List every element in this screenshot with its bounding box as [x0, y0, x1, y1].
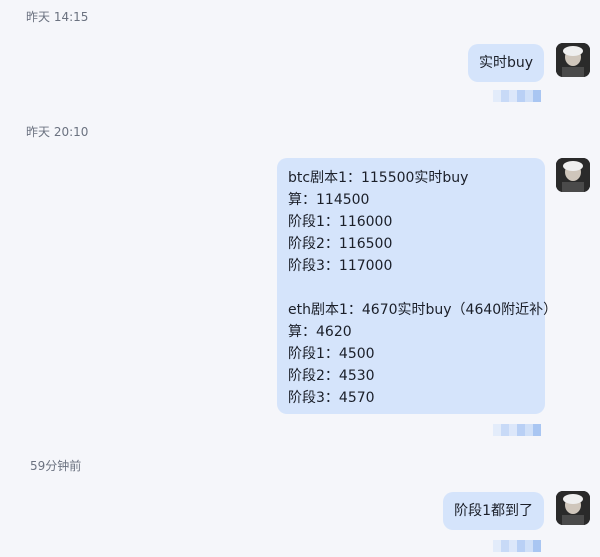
blurred-status-indicator: [493, 540, 541, 552]
message-bubble[interactable]: btc剧本1：115500实时buy 算：114500 阶段1：116000 阶…: [277, 158, 558, 414]
blurred-status-indicator: [493, 90, 541, 102]
message-line: [288, 277, 534, 299]
message-line: 阶段1：116000: [288, 214, 393, 230]
message-bubble[interactable]: 阶段1都到了: [443, 492, 544, 530]
avatar[interactable]: [556, 491, 590, 525]
avatar-image-icon: [556, 491, 590, 525]
message-line: 算：114500: [288, 192, 370, 208]
message-line: 阶段3：4570: [288, 390, 375, 406]
avatar-image-icon: [556, 43, 590, 77]
message-line: 阶段2：116500: [288, 236, 393, 252]
timestamp: 昨天 14:15: [26, 10, 89, 24]
message-line: 阶段3：117000: [288, 258, 393, 274]
timestamp: 59分钟前: [30, 459, 82, 473]
message-line: btc剧本1：115500实时buy: [288, 170, 469, 186]
message-text: 阶段1都到了: [454, 503, 533, 519]
message-line: 阶段2：4530: [288, 368, 375, 384]
blurred-status-indicator: [493, 424, 541, 436]
message-text: 实时buy: [478, 55, 533, 71]
message-line: eth剧本1：4670实时buy（4640附近补）: [288, 302, 558, 318]
avatar[interactable]: [556, 158, 590, 192]
message-bubble[interactable]: 实时buy: [467, 44, 544, 82]
message-line: 算：4620: [288, 324, 352, 340]
timestamp: 昨天 20:10: [26, 125, 89, 139]
avatar[interactable]: [556, 43, 590, 77]
message-line: 阶段1：4500: [288, 346, 375, 362]
avatar-image-icon: [556, 158, 590, 192]
